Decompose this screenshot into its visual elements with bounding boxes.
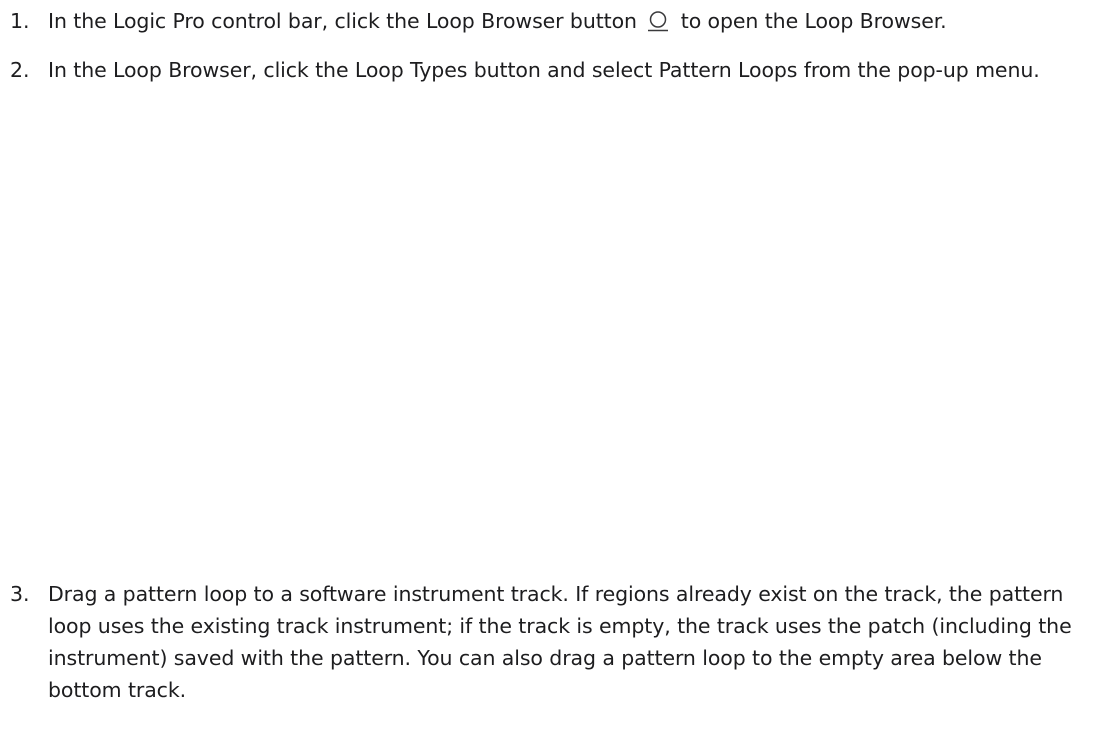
step-text-part: In the Logic Pro control bar, click the …	[48, 9, 644, 33]
step-number: 1.	[10, 9, 30, 33]
step-text: Drag a pattern loop to a software instru…	[48, 582, 1072, 702]
step-text: In the Loop Browser, click the Loop Type…	[48, 58, 1040, 82]
step-text: In the Logic Pro control bar, click the …	[48, 5, 1090, 37]
step-2: 2. In the Loop Browser, click the Loop T…	[0, 54, 1090, 86]
step-text-part: to open the Loop Browser.	[674, 9, 947, 33]
loop-browser-icon	[645, 9, 671, 32]
step-number: 2.	[10, 58, 30, 82]
step-3: 3. Drag a pattern loop to a software ins…	[0, 578, 1090, 706]
step-number: 3.	[10, 582, 30, 606]
step-1: 1. In the Logic Pro control bar, click t…	[0, 5, 1090, 37]
